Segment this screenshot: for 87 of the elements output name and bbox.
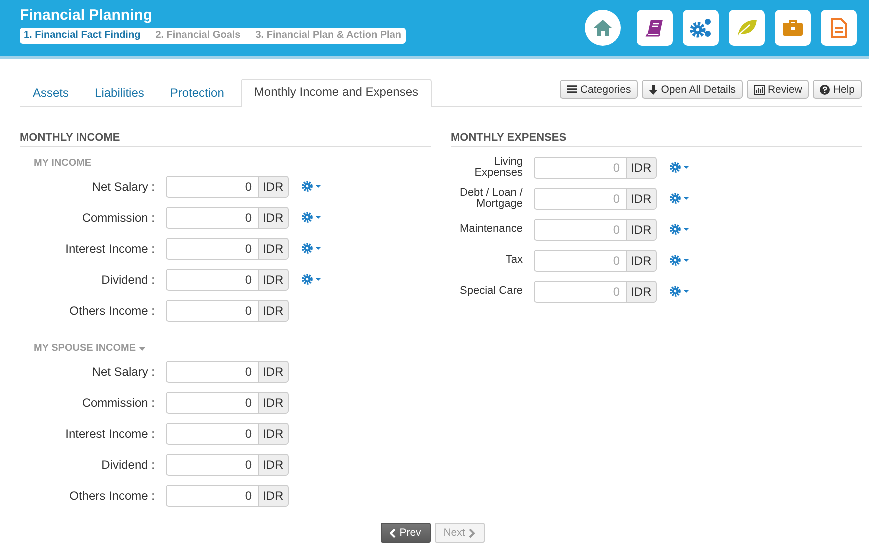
amount-field[interactable]: 0 xyxy=(166,392,259,414)
field-label: Others Income : xyxy=(68,488,156,502)
field-label: Net Salary : xyxy=(91,180,156,194)
toolbar-button[interactable]: Open All Details xyxy=(642,80,743,99)
list-icon xyxy=(567,85,578,94)
gears-icon xyxy=(689,17,713,39)
document-icon xyxy=(831,18,847,38)
settings-icon[interactable] xyxy=(670,224,692,235)
field-label: Others Income : xyxy=(68,304,156,318)
chevron-left-icon xyxy=(390,528,396,538)
toolbar-button[interactable]: Categories xyxy=(560,80,638,99)
currency-addon: IDR xyxy=(627,250,657,272)
amount-field[interactable]: 0 xyxy=(534,218,627,240)
help-icon xyxy=(820,84,830,94)
amount-field[interactable]: 0 xyxy=(166,268,259,290)
document-button[interactable] xyxy=(821,10,857,46)
currency-addon: IDR xyxy=(259,392,289,414)
section-heading: MONTHLY EXPENSES xyxy=(451,132,862,147)
gears-button[interactable] xyxy=(683,10,719,46)
settings-icon[interactable] xyxy=(670,162,692,173)
home-icon xyxy=(593,19,613,37)
currency-addon: IDR xyxy=(627,218,657,240)
settings-icon[interactable] xyxy=(670,193,692,204)
group-heading: MY INCOME xyxy=(34,158,92,169)
settings-icon[interactable] xyxy=(302,212,324,223)
amount-field[interactable]: 0 xyxy=(166,206,259,228)
tab[interactable]: Monthly Income and Expenses xyxy=(241,79,432,107)
currency-addon: IDR xyxy=(259,268,289,290)
field-label: Living Expenses xyxy=(474,156,524,178)
tab[interactable]: Liabilities xyxy=(82,79,158,107)
field-label: Dividend : xyxy=(100,272,156,286)
field-label: Maintenance xyxy=(459,224,524,235)
amount-field[interactable]: 0 xyxy=(166,454,259,476)
amount-field[interactable]: 0 xyxy=(166,176,259,198)
settings-icon[interactable] xyxy=(670,286,692,297)
amount-field[interactable]: 0 xyxy=(166,238,259,260)
field-label: Net Salary : xyxy=(91,364,156,378)
settings-icon[interactable] xyxy=(670,255,692,266)
amount-field[interactable]: 0 xyxy=(166,484,259,506)
briefcase-button[interactable] xyxy=(775,10,811,46)
field-label: Commission : xyxy=(81,210,156,224)
settings-icon[interactable] xyxy=(302,181,324,192)
currency-addon: IDR xyxy=(259,454,289,476)
bar-chart-icon xyxy=(754,84,765,94)
home-button[interactable] xyxy=(585,10,621,46)
currency-addon: IDR xyxy=(259,176,289,198)
field-label: Tax xyxy=(504,255,524,266)
tab[interactable]: Assets xyxy=(20,79,82,107)
field-label: Commission : xyxy=(81,396,156,410)
book-icon xyxy=(645,18,665,38)
toolbar-button[interactable]: Review xyxy=(746,80,810,99)
currency-addon: IDR xyxy=(259,206,289,228)
amount-field[interactable]: 0 xyxy=(166,300,259,322)
currency-addon: IDR xyxy=(259,238,289,260)
briefcase-icon xyxy=(782,19,804,37)
field-label: Interest Income : xyxy=(64,426,156,440)
field-label: Debt / Loan / Mortgage xyxy=(459,188,524,210)
currency-addon: IDR xyxy=(627,188,657,210)
currency-addon: IDR xyxy=(627,156,657,178)
currency-addon: IDR xyxy=(259,484,289,506)
currency-addon: IDR xyxy=(627,280,657,302)
chevron-right-icon xyxy=(469,528,476,538)
step-link[interactable]: 1. Financial Fact Finding xyxy=(24,30,141,42)
amount-field[interactable]: 0 xyxy=(166,422,259,444)
amount-field[interactable]: 0 xyxy=(534,156,627,178)
tab[interactable]: Protection xyxy=(157,79,238,107)
group-heading: MY SPOUSE INCOME xyxy=(34,343,136,354)
currency-addon: IDR xyxy=(259,300,289,322)
currency-addon: IDR xyxy=(259,360,289,382)
settings-icon[interactable] xyxy=(302,274,324,285)
settings-icon[interactable] xyxy=(302,243,324,254)
leaf-icon xyxy=(736,18,758,38)
amount-field[interactable]: 0 xyxy=(534,250,627,272)
toolbar-button[interactable]: Help xyxy=(813,80,862,99)
amount-field[interactable]: 0 xyxy=(534,188,627,210)
field-label: Dividend : xyxy=(100,458,156,472)
arrow-down-icon xyxy=(649,84,658,94)
amount-field[interactable]: 0 xyxy=(166,360,259,382)
field-label: Interest Income : xyxy=(64,242,156,256)
book-button[interactable] xyxy=(637,10,673,46)
currency-addon: IDR xyxy=(259,422,289,444)
field-label: Special Care xyxy=(459,286,524,297)
section-heading: MONTHLY INCOME xyxy=(20,132,431,147)
pager-button[interactable]: Prev xyxy=(380,523,430,543)
amount-field[interactable]: 0 xyxy=(534,280,627,302)
app-title: Financial Planning xyxy=(20,7,154,25)
caret-icon[interactable] xyxy=(139,346,146,350)
